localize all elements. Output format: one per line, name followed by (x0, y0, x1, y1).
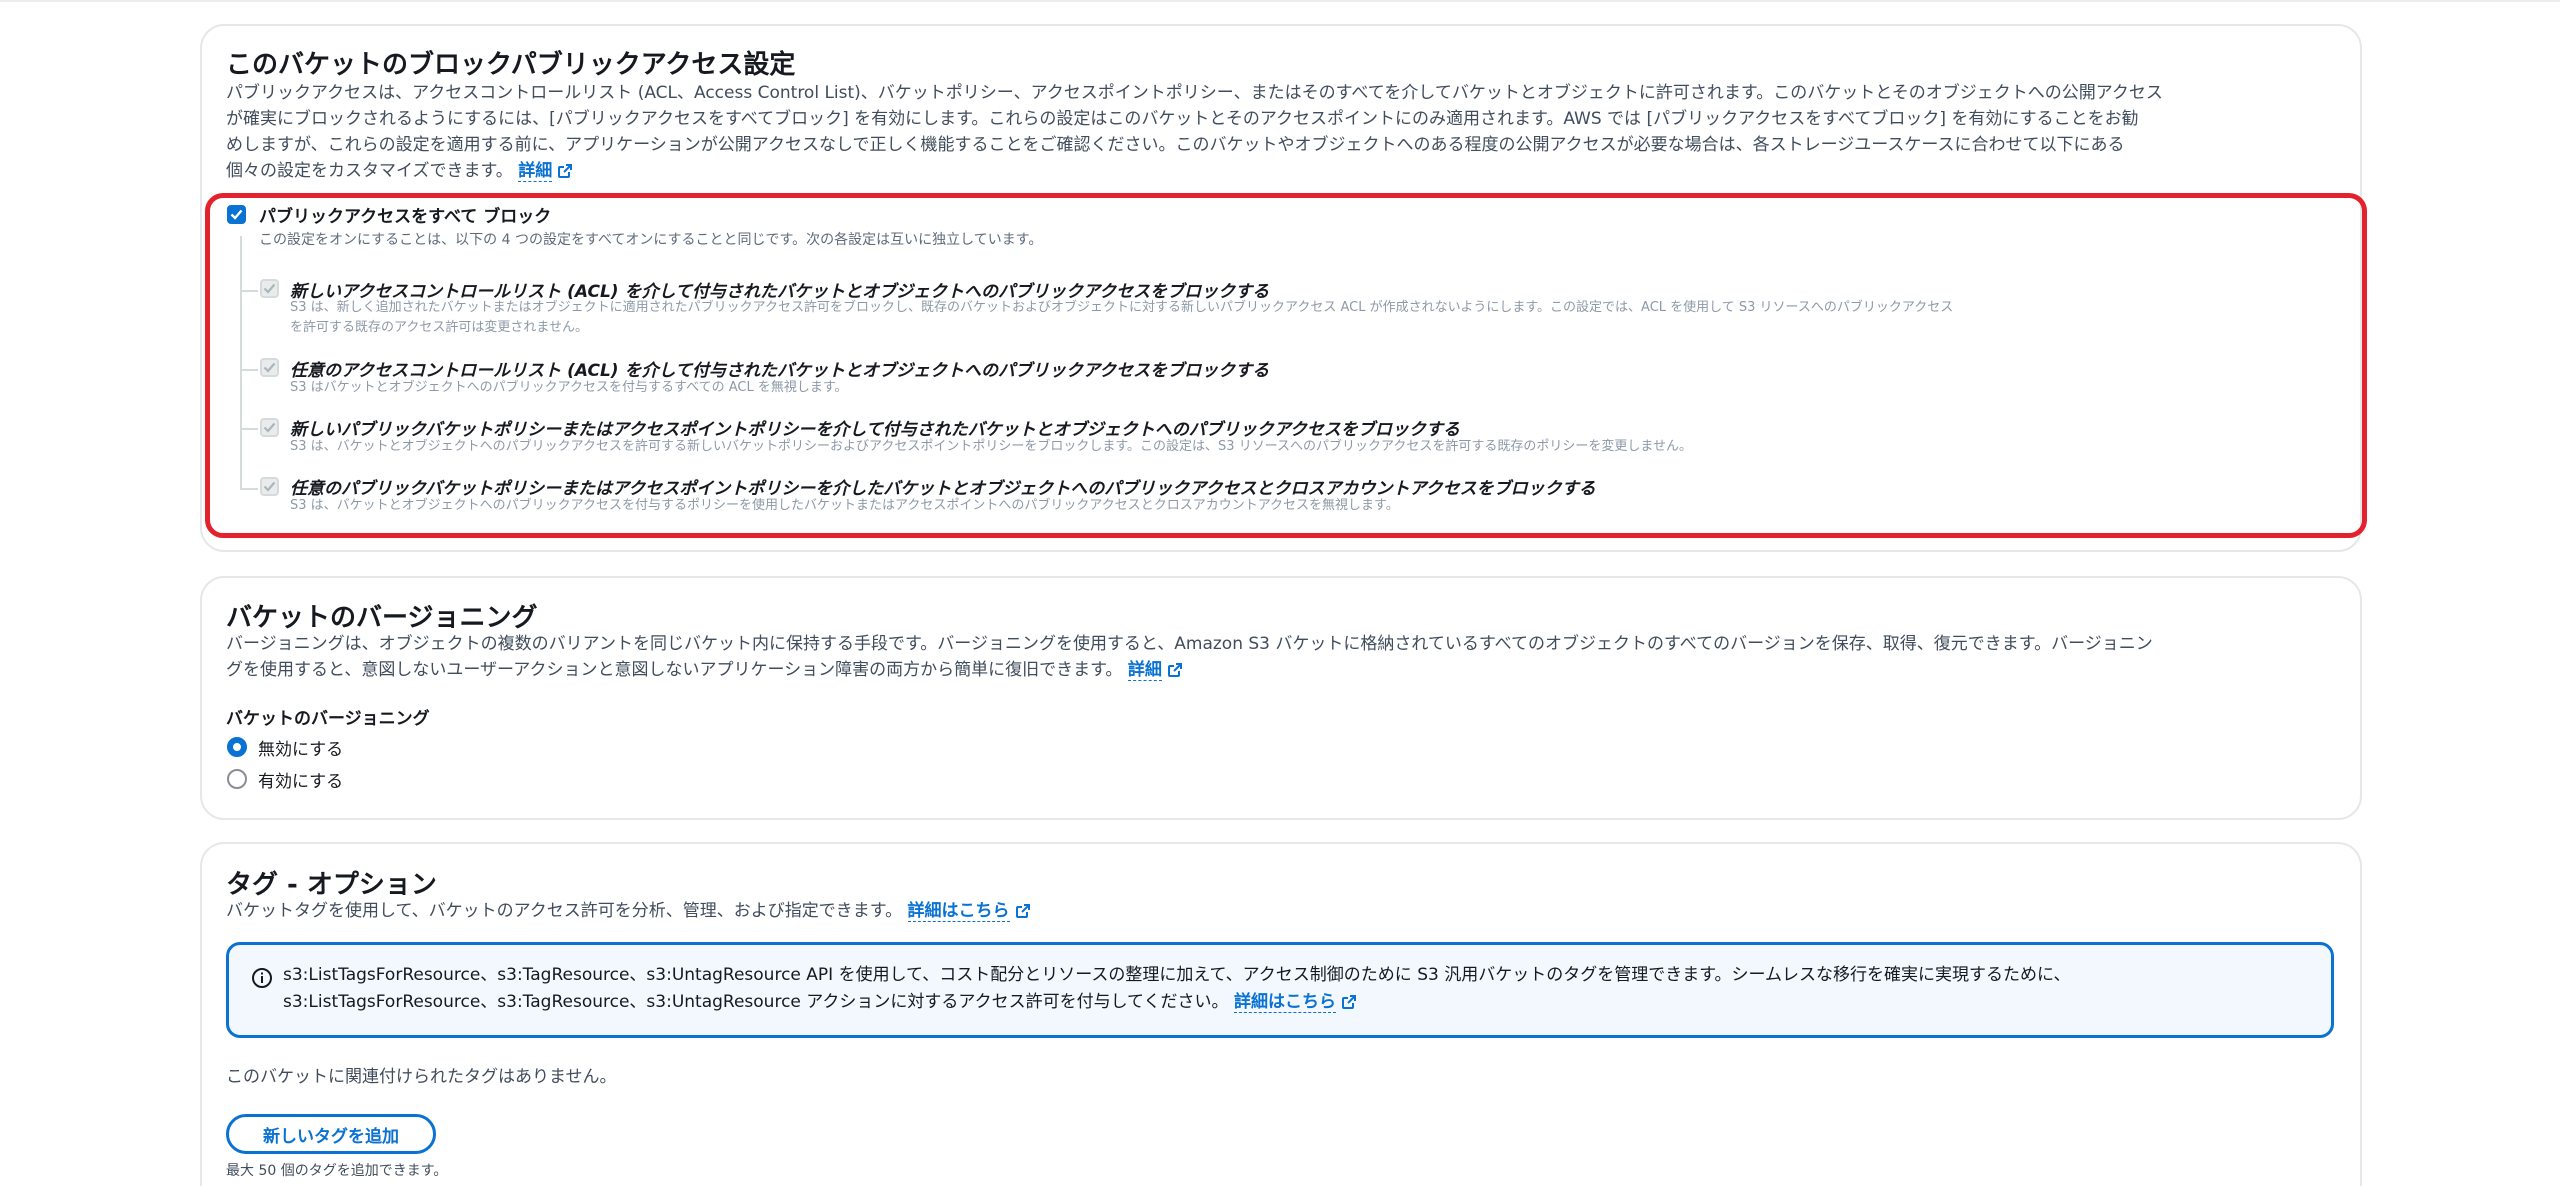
tree-connector (240, 369, 258, 371)
checkmark-icon (263, 481, 276, 492)
block-all-desc: この設定をオンにすることは、以下の 4 つの設定をすべてオンにすることと同じです… (259, 232, 1043, 248)
block-public-access-desc-line-4: 個々の設定をカスタマイズできます。 詳細 (226, 159, 573, 184)
learn-more-label: 詳細はこちら (1233, 992, 1336, 1012)
external-link-icon (558, 164, 573, 178)
tags-info-alert: s3:ListTagsForResource、s3:TagResource、s3… (226, 942, 2334, 1038)
info-icon (252, 968, 272, 988)
versioning-enable-radio[interactable] (227, 769, 247, 789)
block-public-access-desc-line-3: めしますが、これらの設定を適用する前に、アプリケーションが公開アクセスなしで正し… (226, 135, 2125, 155)
block-any-policy-desc: S3 は、バケットとオブジェクトへのパブリックアクセスを付与するポリシーを使用し… (290, 498, 1399, 513)
tags-info-line-2-text: s3:ListTagsForResource、s3:TagResource、s3… (283, 992, 1229, 1012)
tree-connector (240, 290, 258, 292)
versioning-field-label: バケットのバージョニング (226, 709, 430, 729)
checkmark-icon (263, 362, 276, 373)
block-new-policy-desc: S3 は、バケットとオブジェクトへのパブリックアクセスを許可する新しいバケットポ… (290, 439, 1693, 454)
tree-connector-vertical (240, 236, 242, 490)
tags-info-line-2: s3:ListTagsForResource、s3:TagResource、s3… (283, 989, 1357, 1015)
tags-desc: バケットタグを使用して、バケットのアクセス許可を分析、管理、および指定できます。… (226, 899, 1031, 924)
checkmark-icon (263, 422, 276, 433)
block-new-policy-checkbox[interactable] (260, 418, 279, 437)
add-tag-button[interactable]: 新しいタグを追加 (226, 1114, 436, 1154)
block-public-access-title: このバケットのブロックパブリックアクセス設定 (226, 50, 796, 80)
versioning-desc-line-2-text: グを使用すると、意図しないユーザーアクションと意図しないアプリケーション障害の両… (226, 660, 1123, 680)
versioning-title: バケットのバージョニング (226, 603, 538, 633)
versioning-enable-label: 有効にする (258, 772, 344, 792)
external-link-icon (1341, 995, 1356, 1009)
versioning-desc-line-2: グを使用すると、意図しないユーザーアクションと意図しないアプリケーション障害の両… (226, 658, 1183, 683)
block-new-acl-desc-line-1: S3 は、新しく追加されたバケットまたはオブジェクトに適用されたパブリックアクセ… (290, 300, 1954, 315)
external-link-icon (1015, 904, 1030, 918)
page: このバケットのブロックパブリックアクセス設定 パブリックアクセスは、アクセスコン… (0, 0, 2560, 1186)
versioning-disable-label: 無効にする (258, 740, 344, 760)
block-all-label: パブリックアクセスをすべて ブロック (259, 207, 552, 227)
checkmark-icon (263, 283, 276, 294)
learn-more-label: 詳細 (518, 161, 553, 181)
tags-empty-text: このバケットに関連付けられたタグはありません。 (226, 1067, 617, 1087)
tags-info-line-1: s3:ListTagsForResource、s3:TagResource、s3… (283, 965, 2071, 985)
tags-learn-more-link[interactable]: 詳細はこちら (907, 901, 1010, 922)
block-public-access-desc-line-1: パブリックアクセスは、アクセスコントロールリスト (ACL、Access Con… (226, 83, 2163, 103)
block-public-access-desc-line-4-text: 個々の設定をカスタマイズできます。 (226, 161, 513, 181)
versioning-learn-more-link[interactable]: 詳細 (1127, 660, 1162, 681)
tree-connector (240, 488, 258, 490)
block-public-access-learn-more-link[interactable]: 詳細 (518, 161, 553, 182)
block-any-policy-checkbox[interactable] (260, 477, 279, 496)
external-link-icon (1167, 663, 1182, 677)
block-public-access-desc-line-2: が確実にブロックされるようにするには、[パブリックアクセスをすべてブロック] を… (226, 109, 2139, 129)
learn-more-label: 詳細 (1127, 660, 1162, 680)
learn-more-label: 詳細はこちら (907, 901, 1010, 921)
top-divider (0, 0, 2560, 2)
tags-limit-text: 最大 50 個のタグを追加できます。 (226, 1163, 448, 1179)
tags-info-learn-more-link[interactable]: 詳細はこちら (1233, 992, 1336, 1013)
block-new-acl-checkbox[interactable] (260, 279, 279, 298)
block-any-acl-checkbox[interactable] (260, 358, 279, 377)
block-all-checkbox[interactable] (227, 205, 246, 224)
tags-desc-text: バケットタグを使用して、バケットのアクセス許可を分析、管理、および指定できます。 (226, 901, 903, 921)
block-any-acl-desc: S3 はバケットとオブジェクトへのパブリックアクセスを付与するすべての ACL … (290, 380, 848, 395)
tags-title: タグ - オプション (226, 870, 437, 900)
checkmark-icon (230, 209, 243, 220)
block-new-acl-desc-line-2: を許可する既存のアクセス許可は変更されません。 (290, 320, 588, 335)
tree-connector (240, 428, 258, 430)
versioning-desc-line-1: バージョニングは、オブジェクトの複数のバリアントを同じバケット内に保持する手段で… (226, 634, 2153, 654)
versioning-disable-radio[interactable] (227, 737, 247, 757)
